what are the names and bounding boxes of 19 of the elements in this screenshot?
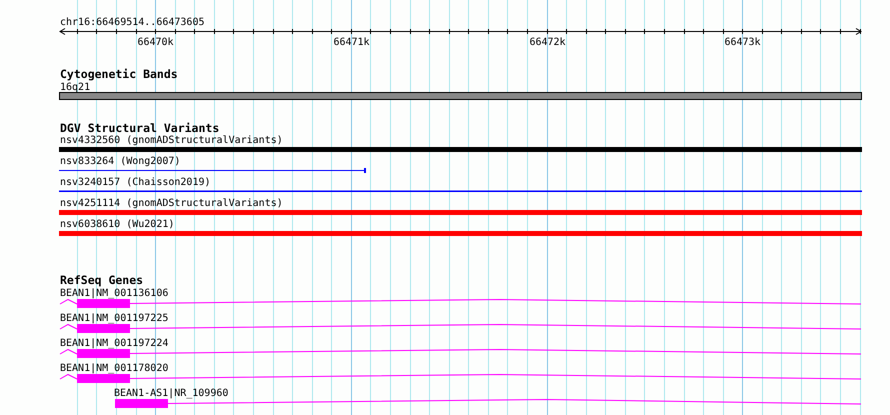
feature-label: nsv4332560 (gnomADStructuralVariants) (60, 135, 283, 146)
feature-label: BEAN1|NM_001197224 (60, 338, 168, 349)
tick-label: 66471k (333, 37, 370, 48)
tick-label: 66470k (137, 37, 174, 48)
feature-label: nsv4251114 (gnomADStructuralVariants) (60, 198, 283, 209)
feature-label: BEAN1-AS1|NR_109960 (114, 388, 228, 399)
feature-label: BEAN1|NM_001136106 (60, 288, 168, 299)
tick-label: 66473k (724, 37, 761, 48)
feature-label: nsv833264 (Wong2007) (60, 156, 180, 167)
track-title: RefSeq Genes (60, 273, 144, 287)
track-title: Cytogenetic Bands (60, 67, 178, 81)
track-title: DGV Structural Variants (60, 121, 220, 135)
feature-label: BEAN1|NM_001197225 (60, 313, 168, 324)
location-label: chr16:66469514..66473605 (60, 17, 204, 28)
feature-label: nsv6038610 (Wu2021) (60, 219, 174, 230)
feature-label: 16q21 (60, 82, 90, 93)
feature-label: nsv3240157 (Chaisson2019) (60, 177, 211, 188)
tick-label: 66472k (529, 37, 566, 48)
feature-label: BEAN1|NM_001178020 (60, 363, 168, 374)
